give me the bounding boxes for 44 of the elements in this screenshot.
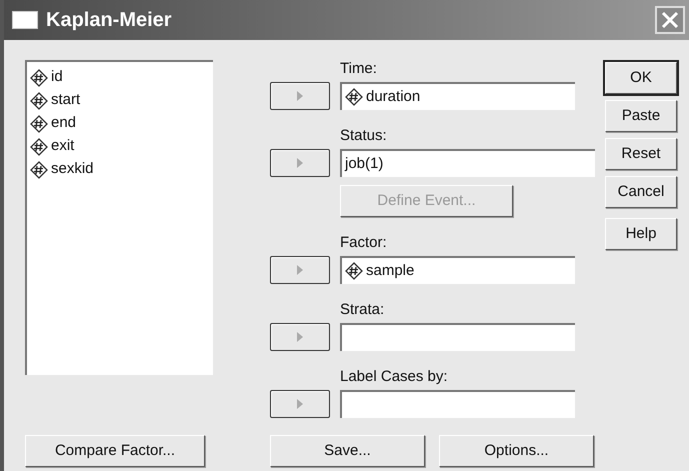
window-icon: [12, 11, 38, 29]
field-label: Factor:: [340, 234, 387, 252]
field-label: Label Cases by:: [340, 368, 448, 386]
dialog-button[interactable]: Compare Factor...: [25, 435, 205, 467]
target-field[interactable]: [340, 323, 575, 351]
dialog-button[interactable]: Save...: [270, 435, 425, 467]
arrow-icon: [296, 90, 304, 102]
close-icon: [661, 11, 679, 29]
arrow-icon: [296, 398, 304, 410]
arrow-icon: [296, 331, 304, 343]
field-label: Status:: [340, 127, 387, 145]
target-field[interactable]: job(1): [340, 149, 595, 177]
move-arrow-button[interactable]: [270, 149, 330, 177]
variable-icon: [30, 114, 48, 132]
target-field[interactable]: duration: [340, 82, 575, 110]
field-label: Strata:: [340, 301, 384, 319]
arrow-icon: [296, 157, 304, 169]
variable-item[interactable]: exit: [30, 135, 74, 158]
move-arrow-button[interactable]: [270, 323, 330, 351]
dialog-button[interactable]: Paste: [605, 100, 677, 132]
variable-icon: [30, 92, 48, 110]
variable-icon: [30, 68, 48, 86]
variable-icon: [30, 138, 48, 156]
variable-item[interactable]: start: [30, 89, 80, 112]
dialog-button[interactable]: Help: [605, 218, 677, 250]
variable-item[interactable]: id: [30, 66, 63, 89]
move-arrow-button[interactable]: [270, 256, 330, 284]
dialog-button[interactable]: OK: [605, 62, 677, 94]
variable-item[interactable]: end: [30, 112, 76, 135]
dialog-button[interactable]: Reset: [605, 138, 677, 170]
variable-icon: [345, 262, 363, 280]
move-arrow-button[interactable]: [270, 82, 330, 110]
field-label: Time:: [340, 60, 377, 78]
window-title: Kaplan-Meier: [46, 8, 172, 33]
dialog-button[interactable]: Options...: [439, 435, 594, 467]
close-button[interactable]: [655, 6, 685, 34]
target-field[interactable]: [340, 390, 575, 418]
move-arrow-button[interactable]: [270, 390, 330, 418]
variable-item[interactable]: sexkid: [30, 158, 94, 181]
target-field[interactable]: sample: [340, 256, 575, 284]
variable-icon: [30, 160, 48, 178]
dialog-button[interactable]: Cancel: [605, 176, 677, 208]
arrow-icon: [296, 264, 304, 276]
variable-icon: [345, 88, 363, 106]
